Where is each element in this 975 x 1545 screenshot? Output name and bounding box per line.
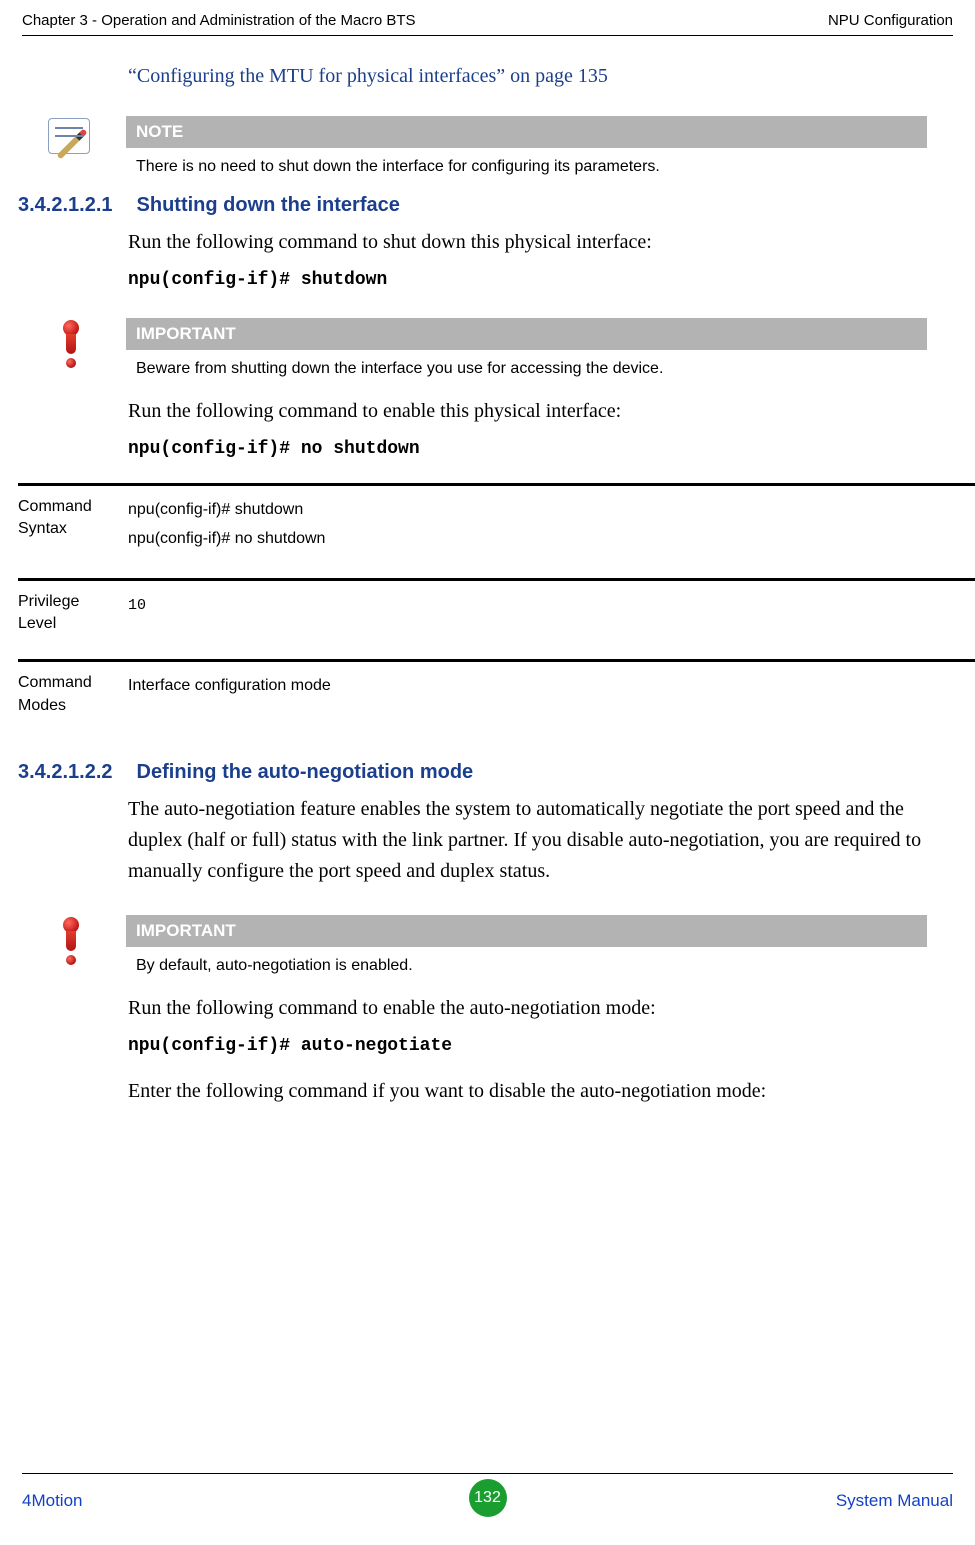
row-label: Privilege Level bbox=[18, 591, 112, 636]
section-heading: 3.4.2.1.2.1 Shutting down the interface bbox=[18, 194, 975, 217]
page-number-badge: 132 bbox=[469, 1479, 507, 1517]
code-line: npu(config-if)# no shutdown bbox=[128, 439, 927, 459]
code-line: npu(config-if)# auto-negotiate bbox=[128, 1036, 927, 1056]
paragraph: The auto-negotiation feature enables the… bbox=[128, 794, 927, 887]
row-label: Command Modes bbox=[18, 672, 112, 717]
section-heading: 3.4.2.1.2.2 Defining the auto-negotiatio… bbox=[18, 761, 975, 784]
sec1-body2: Run the following command to enable this… bbox=[128, 396, 927, 459]
important-title: IMPORTANT bbox=[126, 915, 927, 947]
page: Chapter 3 - Operation and Administration… bbox=[0, 0, 975, 1545]
important-callout: IMPORTANT Beware from shutting down the … bbox=[48, 318, 975, 382]
row-value: 10 bbox=[128, 591, 975, 620]
privilege-level-value: 10 bbox=[128, 597, 146, 614]
note-body: NOTE There is no need to shut down the i… bbox=[126, 116, 927, 180]
section-title: Shutting down the interface bbox=[137, 194, 400, 217]
note-title: NOTE bbox=[126, 116, 927, 148]
header-right: NPU Configuration bbox=[828, 12, 953, 29]
notepad-icon bbox=[48, 118, 90, 154]
content: “Configuring the MTU for physical interf… bbox=[0, 65, 975, 1117]
important-text: Beware from shutting down the interface … bbox=[126, 350, 927, 382]
note-text: There is no need to shut down the interf… bbox=[126, 148, 927, 180]
note-icon bbox=[48, 118, 98, 168]
section-number: 3.4.2.1.2.1 bbox=[18, 194, 113, 217]
page-number: 132 bbox=[474, 1489, 501, 1507]
paragraph: Run the following command to enable this… bbox=[128, 396, 927, 427]
exclamation-icon bbox=[62, 917, 80, 965]
header-left: Chapter 3 - Operation and Administration… bbox=[22, 12, 416, 29]
important-text: By default, auto-negotiation is enabled. bbox=[126, 947, 927, 979]
footer-right: System Manual bbox=[836, 1491, 953, 1511]
footer: 4Motion 132 System Manual bbox=[22, 1481, 953, 1521]
paragraph: Enter the following command if you want … bbox=[128, 1076, 927, 1107]
header-rule bbox=[22, 35, 953, 36]
pencil-icon bbox=[56, 128, 87, 159]
note-callout: NOTE There is no need to shut down the i… bbox=[48, 116, 975, 180]
intro-xref-wrap: “Configuring the MTU for physical interf… bbox=[128, 65, 927, 88]
important-icon bbox=[48, 320, 98, 370]
table-row: Command Modes Interface configuration mo… bbox=[18, 659, 975, 741]
important-icon bbox=[48, 917, 98, 967]
sec1-body: Run the following command to shut down t… bbox=[128, 227, 927, 290]
section-number: 3.4.2.1.2.2 bbox=[18, 761, 113, 784]
syntax-line: npu(config-if)# no shutdown bbox=[128, 525, 975, 554]
paragraph: Run the following command to shut down t… bbox=[128, 227, 927, 258]
footer-rule bbox=[22, 1473, 953, 1474]
syntax-line: npu(config-if)# shutdown bbox=[128, 496, 975, 525]
row-value: Interface configuration mode bbox=[128, 672, 975, 701]
row-label: Command Syntax bbox=[18, 496, 112, 541]
important-body: IMPORTANT By default, auto-negotiation i… bbox=[126, 915, 927, 979]
running-header: Chapter 3 - Operation and Administration… bbox=[22, 12, 953, 29]
exclamation-icon bbox=[62, 320, 80, 368]
row-value: npu(config-if)# shutdown npu(config-if)#… bbox=[128, 496, 975, 554]
code-line: npu(config-if)# shutdown bbox=[128, 270, 927, 290]
table-row: Privilege Level 10 bbox=[18, 578, 975, 660]
cross-reference-link[interactable]: “Configuring the MTU for physical interf… bbox=[128, 65, 608, 87]
sec2-body2: Run the following command to enable the … bbox=[128, 993, 927, 1107]
paragraph: Run the following command to enable the … bbox=[128, 993, 927, 1024]
table-row: Command Syntax npu(config-if)# shutdown … bbox=[18, 483, 975, 578]
command-reference-table: Command Syntax npu(config-if)# shutdown … bbox=[18, 483, 975, 741]
sec2-body: The auto-negotiation feature enables the… bbox=[128, 794, 927, 887]
important-title: IMPORTANT bbox=[126, 318, 927, 350]
section-title: Defining the auto-negotiation mode bbox=[137, 761, 474, 784]
footer-left: 4Motion bbox=[22, 1491, 82, 1511]
important-body: IMPORTANT Beware from shutting down the … bbox=[126, 318, 927, 382]
important-callout: IMPORTANT By default, auto-negotiation i… bbox=[48, 915, 975, 979]
